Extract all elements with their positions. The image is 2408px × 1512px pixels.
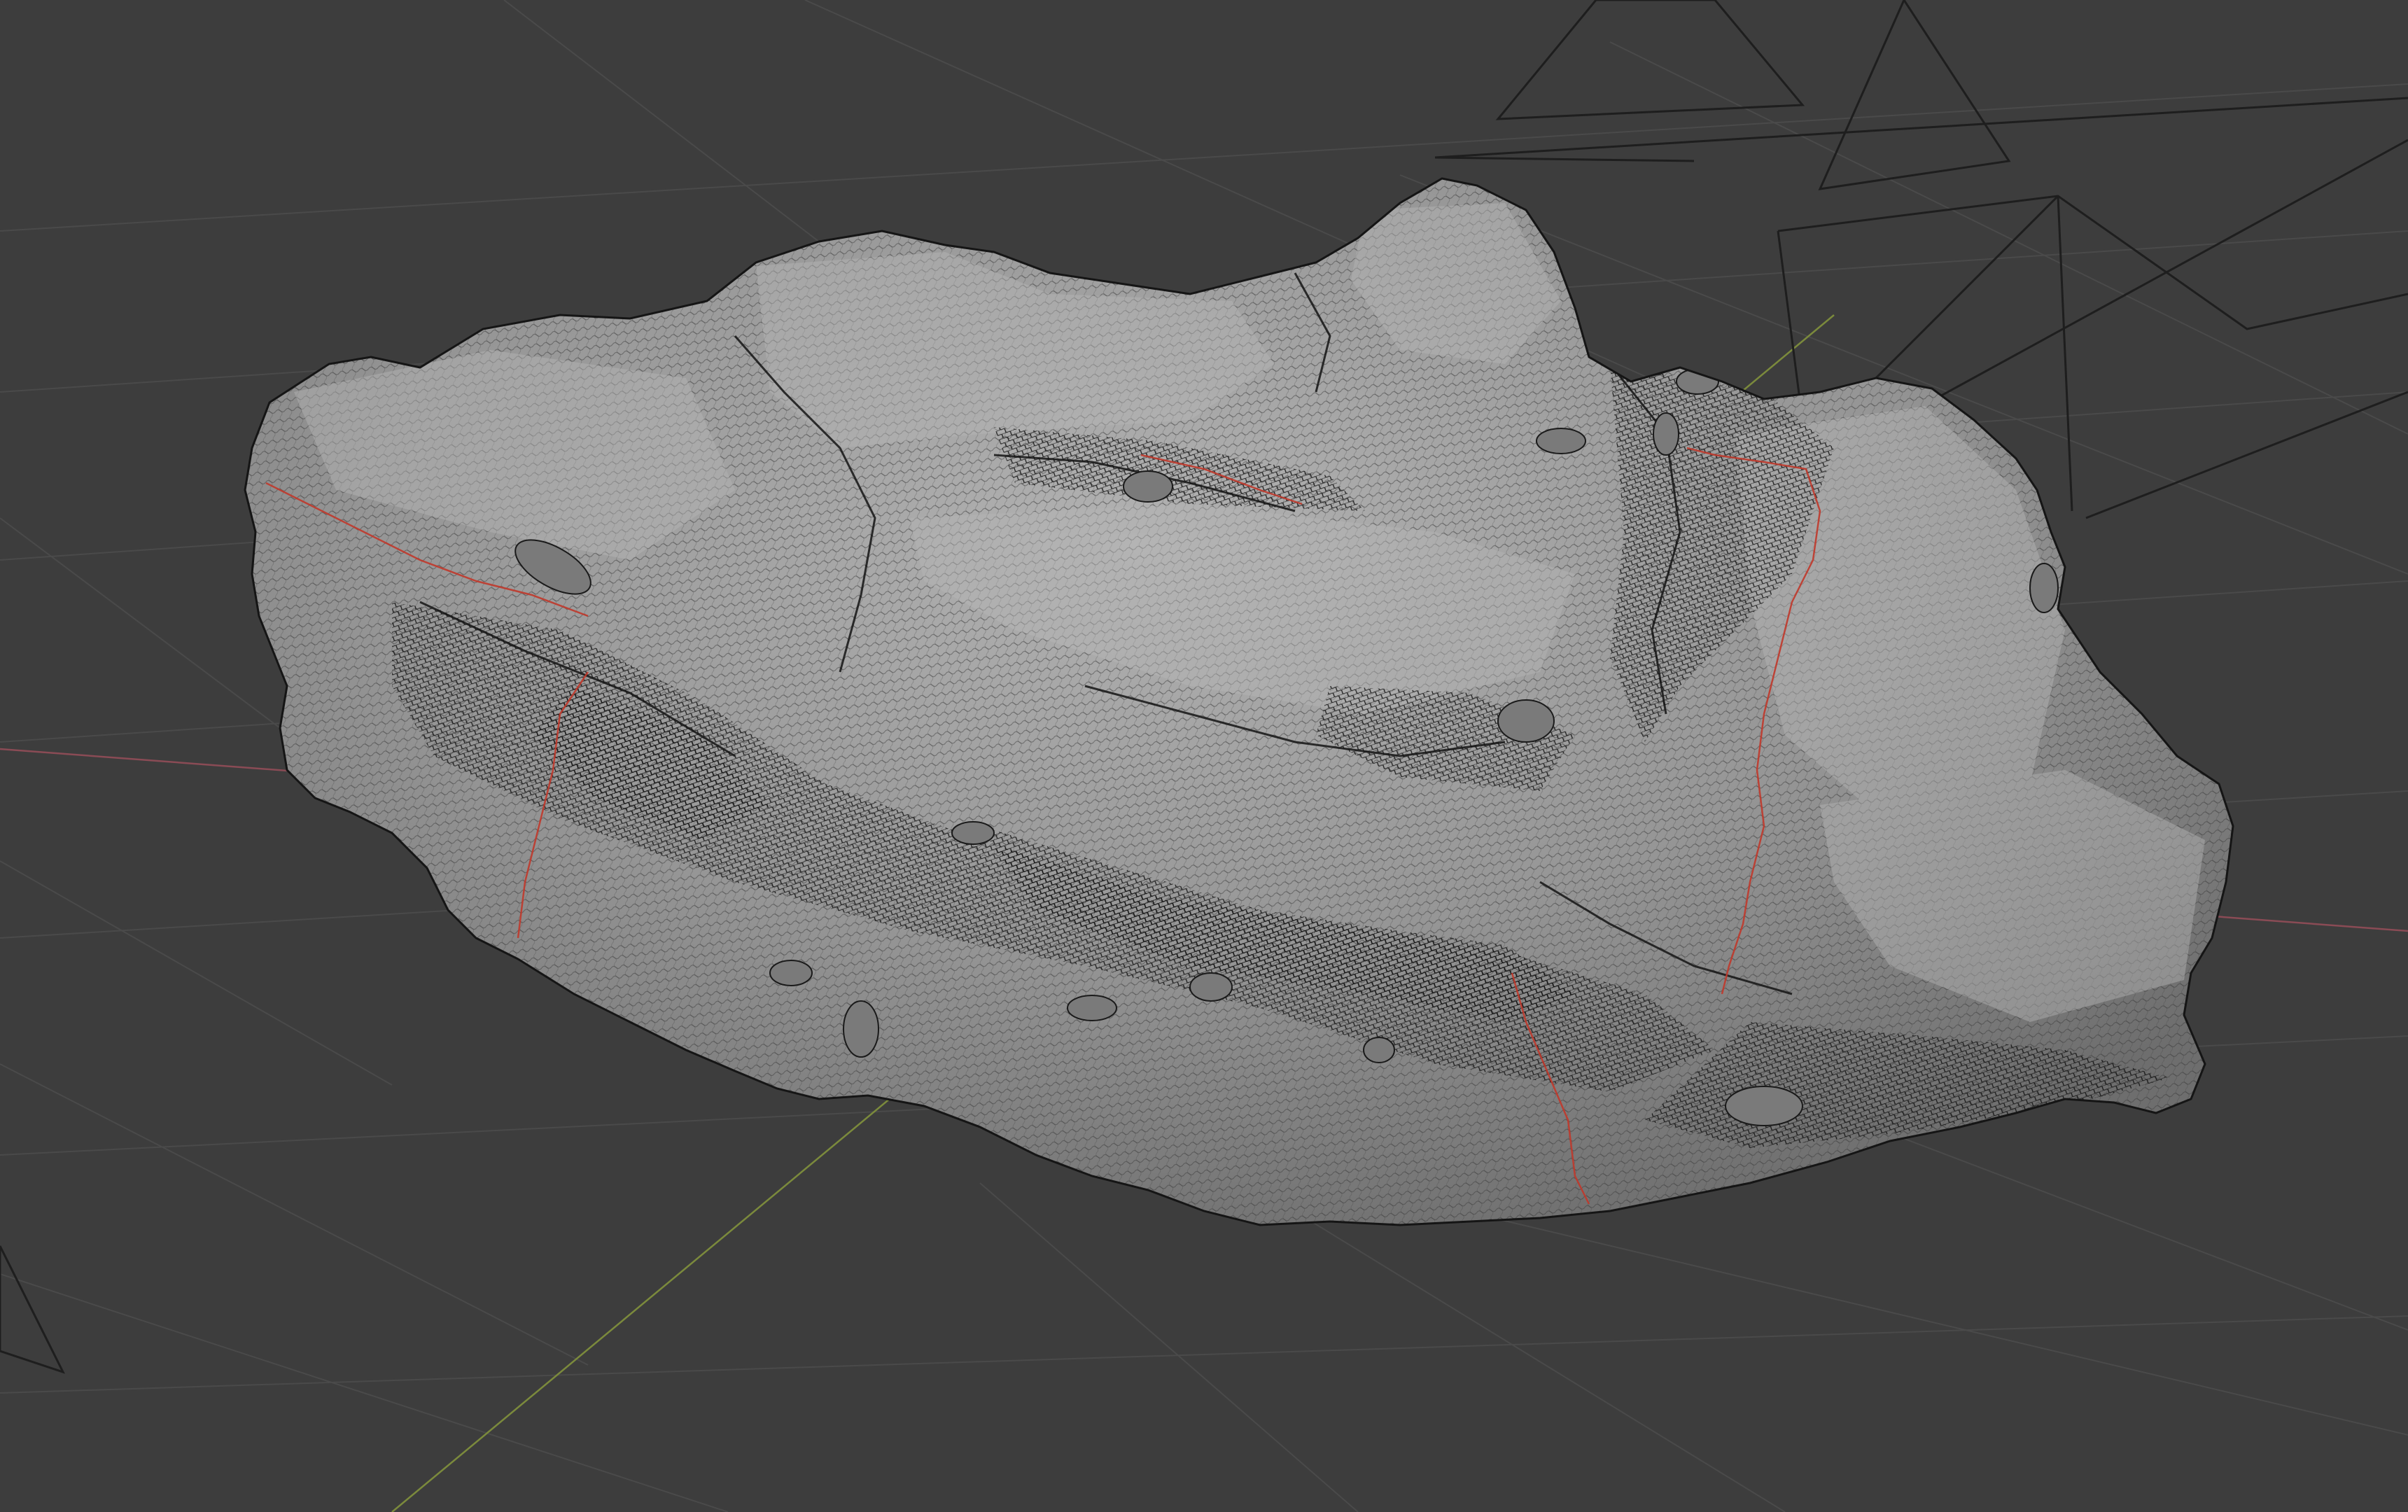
light-icon[interactable] (0, 1245, 65, 1374)
3d-viewport[interactable] (0, 0, 2408, 1512)
rock-mesh[interactable] (210, 175, 2310, 1260)
camera-icon[interactable] (1495, 0, 1805, 120)
camera-icon[interactable] (1818, 0, 2011, 190)
